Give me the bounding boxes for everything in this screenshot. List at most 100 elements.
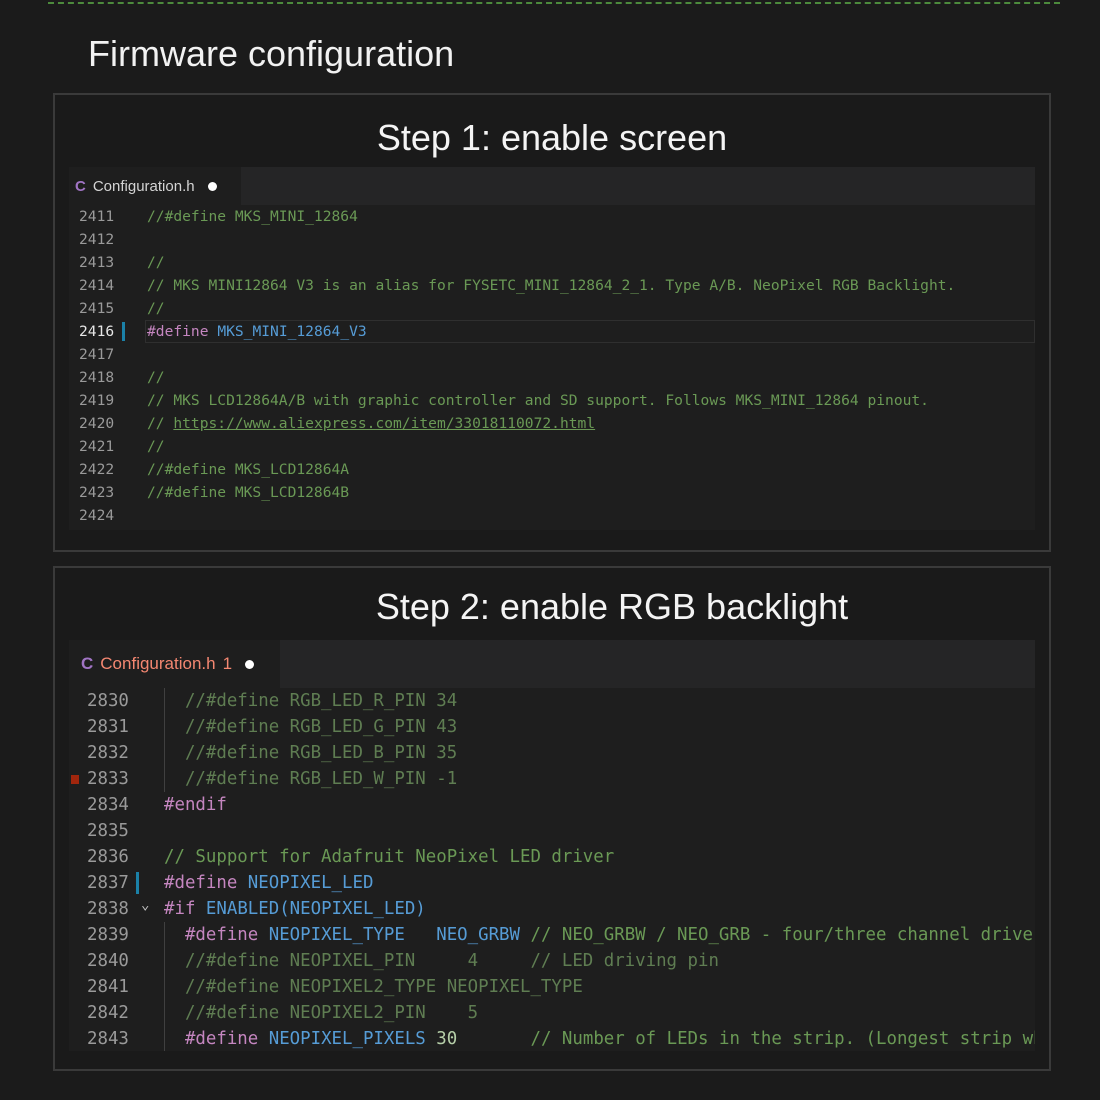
line-number: 2421 <box>79 438 115 455</box>
code-text: // <box>147 366 165 389</box>
code-line[interactable]: 2830 //#define RGB_LED_R_PIN 34 <box>69 688 1035 714</box>
code-line[interactable]: 2832 //#define RGB_LED_B_PIN 35 <box>69 740 1035 766</box>
step1-panel: Step 1: enable screen C Configuration.h … <box>53 93 1051 552</box>
code-token: // MKS MINI12864 V3 is an alias for FYSE… <box>147 277 956 294</box>
code-line[interactable]: 2412 <box>69 228 1035 251</box>
code-line[interactable]: 2415 // <box>69 297 1035 320</box>
code-editor[interactable]: 2830 //#define RGB_LED_R_PIN 34 2831 //#d… <box>69 688 1035 1051</box>
code-line[interactable]: 2414 // MKS MINI12864 V3 is an alias for … <box>69 274 1035 297</box>
code-line[interactable]: 2421 // <box>69 435 1035 458</box>
line-number: 2415 <box>79 300 115 317</box>
code-line[interactable]: 2836 // Support for Adafruit NeoPixel LED… <box>69 844 1035 870</box>
code-line[interactable]: 2841 //#define NEOPIXEL2_TYPE NEOPIXEL_T… <box>69 974 1035 1000</box>
line-number: 2837 <box>87 873 129 893</box>
line-number: 2832 <box>87 743 129 763</box>
code-text: //#define NEOPIXEL2_PIN 5 <box>164 1000 478 1026</box>
code-line[interactable]: 2411 //#define MKS_MINI_12864 <box>69 205 1035 228</box>
line-number: 2418 <box>79 369 115 386</box>
code-text: //#define RGB_LED_G_PIN 43 <box>164 714 457 740</box>
code-line[interactable]: 2835 <box>69 818 1035 844</box>
code-token: //#define NEOPIXEL2_PIN 5 <box>164 1003 479 1023</box>
code-token: NEOPIXEL_TYPE NEO_GRBW <box>268 925 520 945</box>
line-number: 2840 <box>87 951 129 971</box>
code-token: NEOPIXEL_PIXELS <box>268 1029 426 1049</box>
code-text: // <box>147 435 165 458</box>
editor-tab-bar: C Configuration.h <box>69 167 1035 205</box>
line-number: 2423 <box>79 484 115 501</box>
code-line[interactable]: 2837 #define NEOPIXEL_LED <box>69 870 1035 896</box>
code-text: #define NEOPIXEL_PIXELS 30 // Number of … <box>164 1026 1035 1051</box>
line-number: 2414 <box>79 277 115 294</box>
code-token: 30 <box>436 1029 458 1049</box>
code-line[interactable]: 2843 #define NEOPIXEL_PIXELS 30 // Numbe… <box>69 1026 1035 1051</box>
line-number: 2419 <box>79 392 115 409</box>
code-text: #define MKS_MINI_12864_V3 <box>147 320 367 343</box>
breakpoint-icon[interactable] <box>71 775 79 784</box>
code-token: // <box>147 300 165 317</box>
tab-filename: Configuration.h <box>92 177 195 195</box>
code-text: // Support for Adafruit NeoPixel LED dri… <box>164 844 614 870</box>
line-number: 2412 <box>79 231 115 248</box>
code-line[interactable]: 2422 //#define MKS_LCD12864A <box>69 458 1035 481</box>
code-line[interactable]: 2840 //#define NEOPIXEL_PIN 4 // LED dri… <box>69 948 1035 974</box>
code-line[interactable]: 2423 //#define MKS_LCD12864B <box>69 481 1035 504</box>
code-token: //#define RGB_LED_W_PIN -1 <box>164 769 458 789</box>
unsaved-dot-icon[interactable] <box>245 659 255 669</box>
code-text: //#define MKS_MINI_12864 <box>147 205 358 228</box>
line-number: 2830 <box>87 691 129 711</box>
chevron-down-icon[interactable]: ⌄ <box>141 892 149 918</box>
code-line[interactable]: 2838 ⌄ #if ENABLED(NEOPIXEL_LED) <box>69 896 1035 922</box>
code-line[interactable]: 2419 // MKS LCD12864A/B with graphic cont… <box>69 389 1035 412</box>
code-line[interactable]: 2417 <box>69 343 1035 366</box>
tab-filename: Configuration.h <box>100 654 216 673</box>
code-token: // <box>147 254 165 271</box>
line-number: 2839 <box>87 925 129 945</box>
code-text: // https://www.aliexpress.com/item/33018… <box>147 412 595 435</box>
code-line[interactable]: 2424 <box>69 504 1035 527</box>
code-text: // <box>147 251 165 274</box>
code-line[interactable]: 2839 #define NEOPIXEL_TYPE NEO_GRBW // N… <box>69 922 1035 948</box>
code-token: // Support for Adafruit NeoPixel LED dri… <box>164 847 615 867</box>
code-text: #if ENABLED(NEOPIXEL_LED) <box>164 896 426 922</box>
code-text: //#define NEOPIXEL2_TYPE NEOPIXEL_TYPE <box>164 974 583 1000</box>
code-token: #if <box>164 899 196 919</box>
step1-title: Step 1: enable screen <box>376 117 728 158</box>
line-number: 2413 <box>79 254 115 271</box>
line-number: 2424 <box>79 507 115 524</box>
code-line[interactable]: 2834 #endif <box>69 792 1035 818</box>
code-line[interactable]: 2416 #define MKS_MINI_12864_V3 <box>69 320 1035 343</box>
code-token: MKS_MINI_12864_V3 <box>217 323 367 340</box>
c-file-icon: C <box>81 654 94 673</box>
code-line[interactable]: 2420 // https://www.aliexpress.com/item/3… <box>69 412 1035 435</box>
code-token: // <box>147 438 165 455</box>
code-line[interactable]: 2833 //#define RGB_LED_W_PIN -1 <box>69 766 1035 792</box>
code-token: #define <box>164 925 259 945</box>
code-token: #define <box>164 873 238 893</box>
code-line[interactable]: 2831 //#define RGB_LED_G_PIN 43 <box>69 714 1035 740</box>
line-number: 2831 <box>87 717 129 737</box>
line-number: 2422 <box>79 461 115 478</box>
code-token: ENABLED(NEOPIXEL_LED) <box>205 899 426 919</box>
code-line[interactable]: 2413 // <box>69 251 1035 274</box>
code-token: //#define MKS_LCD12864A <box>147 461 350 478</box>
editor-tab-configuration[interactable]: C Configuration.h 1 <box>69 640 280 688</box>
editor-tab-configuration[interactable]: C Configuration.h <box>69 167 241 205</box>
code-token: // NEO_GRBW / NEO_GRB - four/three chann… <box>530 925 1035 945</box>
line-number: 2417 <box>79 346 115 363</box>
code-token: //#define RGB_LED_B_PIN 35 <box>164 743 458 763</box>
modified-line-marker[interactable] <box>136 872 139 894</box>
code-token: //#define NEOPIXEL2_TYPE NEOPIXEL_TYPE <box>164 977 583 997</box>
code-text: #endif <box>164 792 227 818</box>
code-text: // MKS MINI12864 V3 is an alias for FYSE… <box>147 274 955 297</box>
code-text: //#define MKS_LCD12864B <box>147 481 349 504</box>
unsaved-dot-icon[interactable] <box>207 181 217 191</box>
problems-count: 1 <box>222 654 233 673</box>
code-line[interactable]: 2842 //#define NEOPIXEL2_PIN 5 <box>69 1000 1035 1026</box>
modified-line-marker[interactable] <box>122 322 125 341</box>
code-line[interactable]: 2418 // <box>69 366 1035 389</box>
code-editor[interactable]: 2411//#define MKS_MINI_12864 2412 2413//24… <box>69 205 1035 530</box>
code-token: //#define RGB_LED_G_PIN 43 <box>164 717 458 737</box>
